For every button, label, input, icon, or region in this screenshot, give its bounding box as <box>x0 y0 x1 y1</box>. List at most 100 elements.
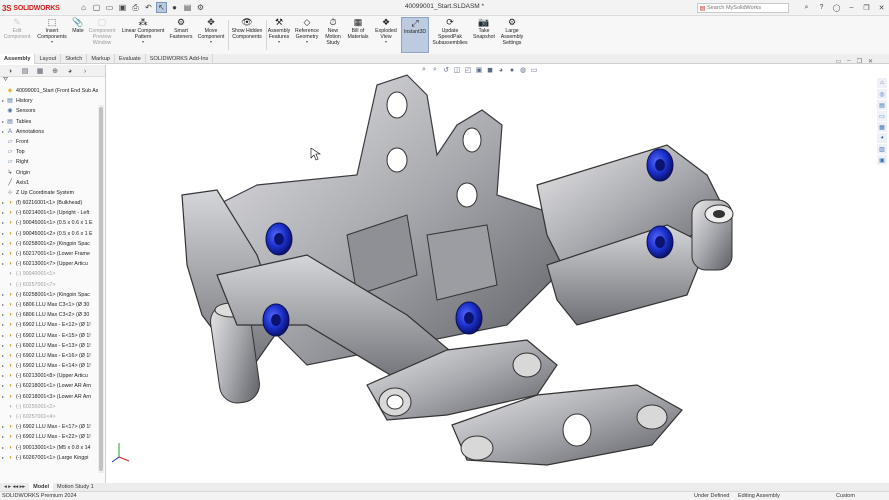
previous-view-icon[interactable]: ↺ <box>442 66 450 74</box>
dropdown-icon[interactable]: ▾ <box>385 40 387 44</box>
tree-item[interactable]: ▸ ◑ (f) 60216001<1> (Bulkhead) <box>0 198 98 208</box>
tab-evaluate[interactable]: Evaluate <box>115 54 146 64</box>
options-icon[interactable]: ⚙ <box>195 2 206 13</box>
resources-icon[interactable]: ⌂ <box>877 78 887 88</box>
view-settings-icon[interactable]: ▭ <box>530 66 538 74</box>
tree-item[interactable]: ▸ ◑ (-) 60217001<1> (Lower Frame <box>0 249 98 259</box>
home-icon[interactable]: ⌂ <box>78 2 89 13</box>
user-icon[interactable]: ◯ <box>831 2 842 13</box>
new-icon[interactable]: ▢ <box>91 2 102 13</box>
tree-item[interactable]: ↳ Origin <box>0 168 98 178</box>
section-view-icon[interactable]: ◫ <box>453 66 461 74</box>
reference-geometry-button[interactable]: ◇ Reference Geometry ▾ <box>293 17 321 53</box>
tree-item[interactable]: ▸ ▤ History <box>0 96 98 106</box>
view-palette-icon[interactable]: ▦ <box>877 122 887 132</box>
edit-component-button[interactable]: ✎ Edit Component <box>2 17 32 53</box>
tree-item[interactable]: ▸ ◑ (-) 60214001<1> (Upright - Left <box>0 208 98 218</box>
feature-manager-icon[interactable]: ◑ <box>4 66 16 76</box>
dynamic-annotation-icon[interactable]: ◰ <box>464 66 472 74</box>
save-icon[interactable]: ▣ <box>117 2 128 13</box>
tab-layout[interactable]: Layout <box>35 54 62 64</box>
tree-item[interactable]: ▸ ◑ (-) 90045001<1> (0.5 x 0.6 x 1 E <box>0 218 98 228</box>
tree-item[interactable]: ◑ (-) 90040001<1> <box>0 269 98 279</box>
dropdown-icon[interactable]: ▾ <box>306 40 308 44</box>
restore-icon[interactable]: ❐ <box>861 2 872 13</box>
insert-components-button[interactable]: ⬚ Insert Components ▾ <box>36 17 68 53</box>
display-manager-icon[interactable]: ◕ <box>64 66 76 76</box>
tree-item[interactable]: ╱ Axis1 <box>0 178 98 188</box>
tree-item[interactable]: ▸ ◑ (-) 6902 LLU Max - E<12> (Ø 1! <box>0 320 98 330</box>
show-hidden-button[interactable]: 👁 Show Hidden Components <box>230 17 264 53</box>
tree-item[interactable]: ◉ Sensors <box>0 106 98 116</box>
tree-item[interactable]: ▸ ◑ (-) 90013001<1> (M5 x 0.8 x 14 <box>0 443 98 453</box>
tree-item[interactable]: ◑ (-) 60255001<2> <box>0 402 98 412</box>
design-library-icon[interactable]: ▤ <box>877 100 887 110</box>
dropdown-icon[interactable]: ▾ <box>142 40 144 44</box>
custom-properties-icon[interactable]: ▥ <box>877 144 887 154</box>
tree-scrollbar[interactable] <box>98 105 104 473</box>
undo-icon[interactable]: ↶ <box>143 2 154 13</box>
tree-item[interactable]: ▸ ◑ (-) 60267001<1> (Large Kingpi <box>0 453 98 463</box>
solidworks-logo[interactable]: 3S SOLIDWORKS <box>2 3 60 13</box>
tab-addins[interactable]: SOLIDWORKS Add-Ins <box>146 54 214 64</box>
view-orientation-icon[interactable]: ▣ <box>475 66 483 74</box>
tree-item[interactable]: ▸ ◑ (-) 6902 LLU Max - E<13> (Ø 1! <box>0 341 98 351</box>
filter-icon[interactable]: ⛛ <box>0 77 105 85</box>
dimxpert-icon[interactable]: ⊕ <box>49 66 61 76</box>
edit-appearance-icon[interactable]: ● <box>508 66 516 74</box>
tile-icon[interactable]: ▭ <box>836 58 842 65</box>
tree-item[interactable]: ▱ Right <box>0 157 98 167</box>
move-component-button[interactable]: ✥ Move Component ▾ <box>197 17 225 53</box>
tree-item[interactable]: ▸ ▤ Tables <box>0 117 98 127</box>
tab-markup[interactable]: Markup <box>87 54 115 64</box>
tree-item[interactable]: ◑ (-) 60257001<7> <box>0 280 98 290</box>
units-selector[interactable]: Custom <box>836 493 855 499</box>
hide-show-icon[interactable]: ◕ <box>497 66 505 74</box>
tree-item[interactable]: ▸ ◑ (-) 60218001<1> (Lower AR Arn <box>0 381 98 391</box>
appearances-icon[interactable]: ◕ <box>877 133 887 143</box>
nav-arrows-icon[interactable]: ◂ ▸ ◂◂ ▸▸ <box>0 483 29 491</box>
search-input[interactable] <box>707 5 783 11</box>
tab-assembly[interactable]: Assembly <box>0 54 36 64</box>
tree-item[interactable]: ▸ ◑ (-) 6902 LLU Max - E<16> (Ø 1! <box>0 351 98 361</box>
restore-doc-icon[interactable]: ❐ <box>857 58 862 65</box>
3d-content-icon[interactable]: ◎ <box>877 89 887 99</box>
open-icon[interactable]: ▭ <box>104 2 115 13</box>
graphics-area[interactable] <box>107 65 875 483</box>
tree-item[interactable]: ▸ ◑ (-) 90045001<2> (0.5 x 0.6 x 1 E <box>0 229 98 239</box>
smart-fasteners-button[interactable]: ⚙ Smart Fasteners <box>168 17 194 53</box>
property-manager-icon[interactable]: ▤ <box>19 66 31 76</box>
tree-item[interactable]: ▸ ◑ (-) 6806 LLU Max C3<2> (Ø 30 <box>0 310 98 320</box>
take-snapshot-button[interactable]: 📷 Take Snapshot <box>472 17 496 53</box>
tree-item[interactable]: ▸ ◑ (-) 6902 LLU Max - E<22> (Ø 1! <box>0 432 98 442</box>
dropdown-icon[interactable]: ▾ <box>210 40 212 44</box>
tree-item[interactable]: ▸ ◑ (-) 60258001<1> (Kingpin Spac <box>0 290 98 300</box>
instant3d-button[interactable]: ⤢ Instant3D <box>401 17 429 53</box>
tree-item[interactable]: ▸ ◑ (-) 6806 LLU Max C3<1> (Ø 30 <box>0 300 98 310</box>
expand-panel-icon[interactable]: › <box>79 66 91 76</box>
minimize-doc-icon[interactable]: – <box>847 58 850 65</box>
close-icon[interactable]: ✕ <box>876 2 887 13</box>
tree-item[interactable]: ▸ ◑ (-) 6902 LLU Max - E<17> (Ø 1! <box>0 422 98 432</box>
exploded-view-button[interactable]: ❖ Exploded View ▾ <box>373 17 399 53</box>
tree-item[interactable]: ▱ Front <box>0 137 98 147</box>
tree-item[interactable]: ◑ (-) 60257001<4> <box>0 412 98 422</box>
component-preview-button[interactable]: ▢ Component Preview Window <box>88 17 116 53</box>
tab-model[interactable]: Model <box>29 483 54 491</box>
configuration-manager-icon[interactable]: ▦ <box>34 66 46 76</box>
zoom-area-icon[interactable]: ⌕ <box>431 66 439 74</box>
apply-scene-icon[interactable]: ◍ <box>519 66 527 74</box>
tree-item[interactable]: ⊹ Z Up Coordinate System <box>0 188 98 198</box>
bill-of-materials-button[interactable]: ▦ Bill of Materials <box>346 17 370 53</box>
tree-item[interactable]: ▸ ◑ (-) 60213001<7> (Upper Articu <box>0 259 98 269</box>
tree-item[interactable]: ▱ Top <box>0 147 98 157</box>
linear-pattern-button[interactable]: ⁂ Linear Component Pattern ▾ <box>119 17 167 53</box>
tree-item[interactable]: ▸ A Annotations <box>0 127 98 137</box>
search-icon[interactable]: ⌕ <box>801 2 812 13</box>
forum-icon[interactable]: ▣ <box>877 155 887 165</box>
assembly-model[interactable] <box>107 65 875 483</box>
tree-item[interactable]: ▸ ◑ (-) 6902 LLU Max - E<15> (Ø 1! <box>0 331 98 341</box>
search-box[interactable]: ▤ <box>697 3 789 13</box>
file-properties-icon[interactable]: ▤ <box>182 2 193 13</box>
select-icon[interactable]: ↖ <box>156 2 167 13</box>
